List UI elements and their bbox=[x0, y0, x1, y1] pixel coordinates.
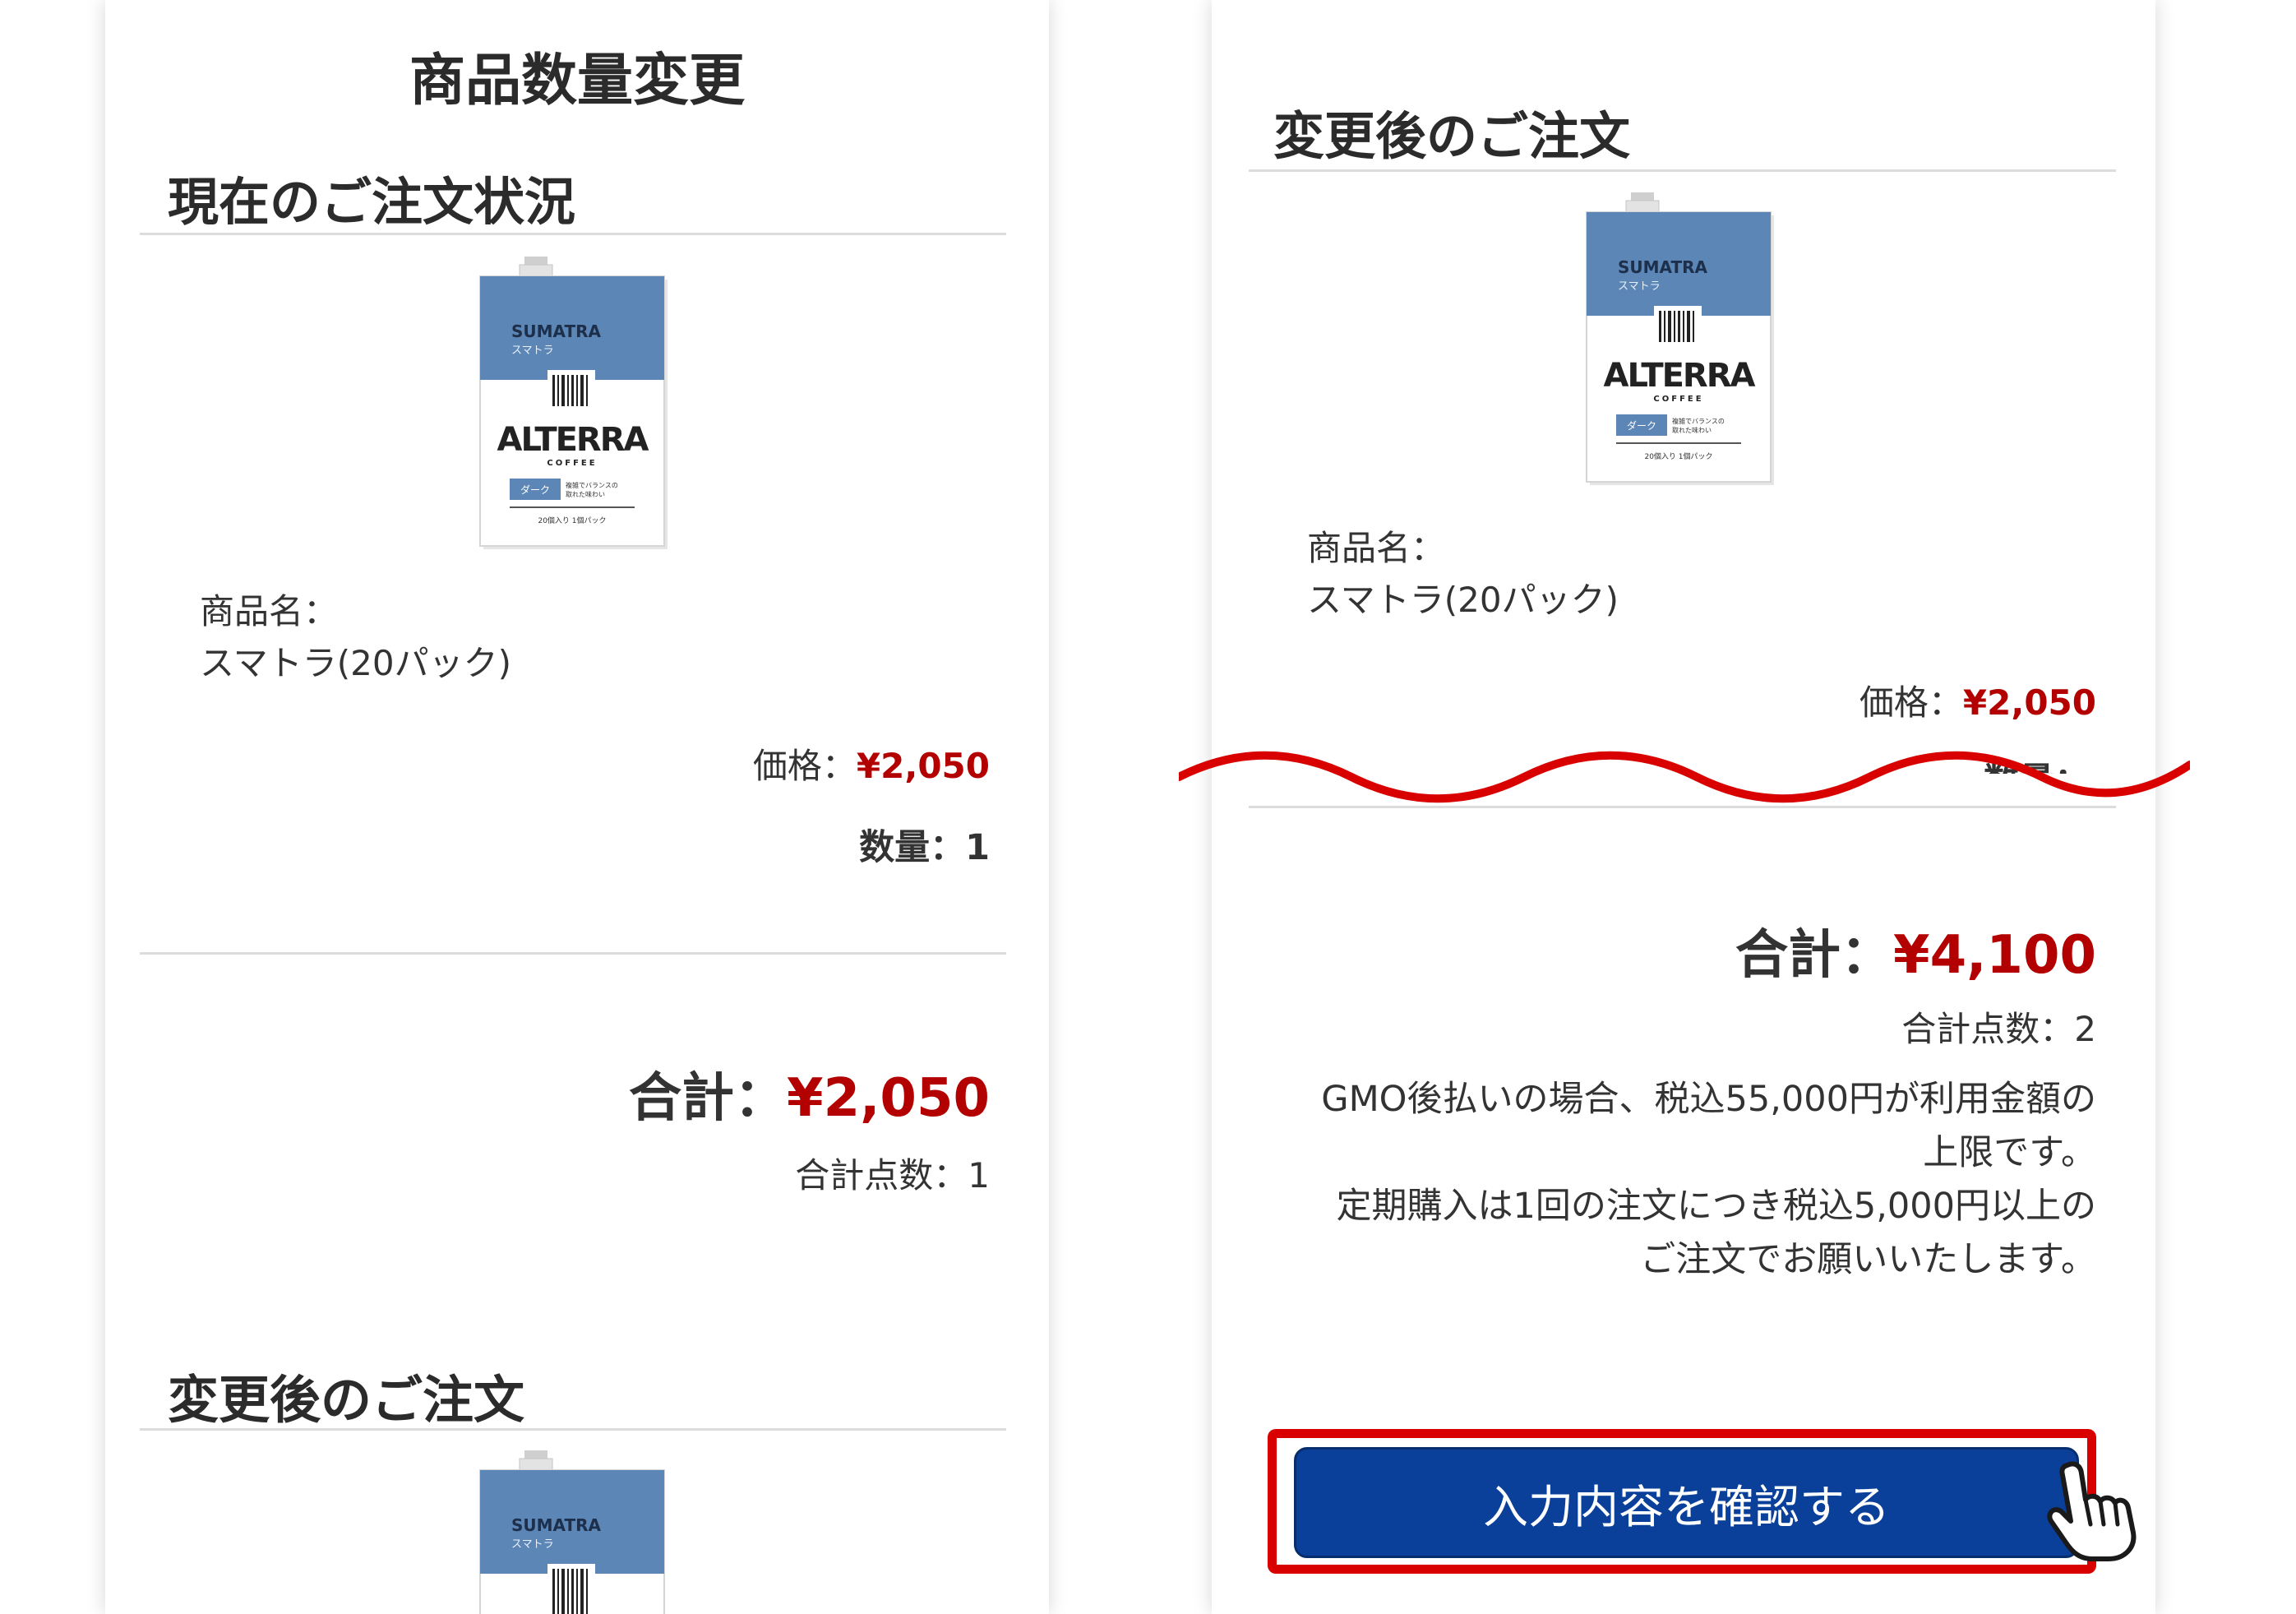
divider bbox=[140, 1428, 1006, 1431]
page-title: 商品数量変更 bbox=[409, 49, 745, 113]
right-phone-screen: 変更後のご注文 SUMATRA スマトラ ALTERRA COFFEE ダーク … bbox=[1212, 0, 2155, 1614]
package-sub: COFFEE bbox=[1653, 395, 1703, 404]
notice-line: 定期購入は1回の注文につき税込5,000円以上の bbox=[1336, 1186, 2096, 1227]
total-label: 合計： bbox=[1735, 925, 1894, 986]
package-rule bbox=[510, 506, 635, 508]
product-image: SUMATRA スマトラ bbox=[479, 1450, 665, 1614]
price-value: ¥2,050 bbox=[856, 746, 990, 786]
product-name: スマトラ(20パック) bbox=[1307, 580, 1619, 620]
price-row: 価格：¥2,050 bbox=[753, 738, 990, 789]
package-note2: 取れた味わい bbox=[566, 490, 605, 498]
left-phone-screen: 商品数量変更 現在のご注文状況 SUMATRA スマトラ ALTERRA COF… bbox=[105, 0, 1049, 1614]
after-order-heading: 変更後のご注文 bbox=[1273, 106, 1631, 166]
total-label: 合計： bbox=[629, 1068, 788, 1129]
notice-line: ご注文でお願いいたします。 bbox=[1640, 1239, 2096, 1280]
package-cap-top bbox=[524, 257, 547, 265]
hand-outline bbox=[2047, 1461, 2137, 1561]
divider bbox=[1249, 806, 2116, 808]
notice-line: 上限です。 bbox=[1923, 1132, 2096, 1173]
package-brand: ALTERRA bbox=[1604, 357, 1756, 395]
total-count: 合計点数：1 bbox=[795, 1155, 990, 1195]
package-footer: 20個入り 1個パック bbox=[1644, 451, 1712, 461]
package-origin-kana: スマトラ bbox=[511, 345, 554, 357]
product-name-label: 商品名： bbox=[1307, 528, 1446, 568]
package-origin-kana: スマトラ bbox=[511, 1538, 554, 1551]
product-image: SUMATRA スマトラ ALTERRA COFFEE ダーク 複雑でバランスの… bbox=[1586, 192, 1774, 485]
package-roast: ダーク bbox=[1627, 419, 1656, 432]
total-row: 合計：¥2,050 bbox=[629, 1056, 990, 1131]
package-origin: SUMATRA bbox=[511, 321, 602, 341]
package-note1: 複雑でバランスの bbox=[566, 481, 618, 489]
wave-cut-marker bbox=[1179, 751, 2190, 803]
package-footer: 20個入り 1個パック bbox=[538, 516, 606, 525]
package-note2: 取れた味わい bbox=[1672, 426, 1712, 434]
price-row: 価格：¥2,050 bbox=[1859, 675, 2096, 725]
divider bbox=[140, 233, 1006, 235]
package-origin-kana: スマトラ bbox=[1618, 280, 1661, 293]
package-brand: ALTERRA bbox=[497, 421, 649, 459]
current-order-heading: 現在のご注文状況 bbox=[168, 172, 576, 232]
confirm-input-button[interactable]: 入力内容を確認する bbox=[1294, 1447, 2079, 1558]
product-name: スマトラ(20パック) bbox=[200, 643, 511, 683]
package-cap-top bbox=[524, 1450, 547, 1459]
total-count: 合計点数：2 bbox=[1901, 1009, 2096, 1049]
total-value: ¥4,100 bbox=[1893, 925, 2096, 986]
total-row: 合計：¥4,100 bbox=[1735, 913, 2096, 988]
package-sub: COFFEE bbox=[547, 459, 597, 468]
package-cap-top bbox=[1631, 192, 1654, 201]
price-label: 価格： bbox=[752, 746, 857, 786]
wave-line bbox=[1179, 751, 2190, 803]
product-image: SUMATRA スマトラ ALTERRA COFFEE ダーク 複雑でバランスの… bbox=[479, 257, 668, 549]
notice-line: GMO後払いの場合、税込55,000円が利用金額の bbox=[1321, 1079, 2096, 1120]
product-name-label: 商品名： bbox=[200, 591, 339, 631]
divider bbox=[1249, 169, 2116, 172]
price-label: 価格： bbox=[1859, 682, 1963, 723]
package-roast: ダーク bbox=[520, 483, 550, 496]
total-value: ¥2,050 bbox=[787, 1068, 990, 1129]
package-origin: SUMATRA bbox=[1618, 257, 1708, 277]
package-rule bbox=[1616, 442, 1741, 444]
price-value: ¥2,050 bbox=[1962, 682, 2096, 723]
package-note1: 複雑でバランスの bbox=[1672, 417, 1725, 425]
quantity: 数量：1 bbox=[859, 827, 990, 868]
package-origin: SUMATRA bbox=[511, 1515, 602, 1535]
after-order-heading: 変更後のご注文 bbox=[168, 1370, 525, 1430]
hand-pointer-icon bbox=[2047, 1461, 2137, 1561]
payment-notice: GMO後払いの場合、税込55,000円が利用金額の 上限です。 定期購入は1回の… bbox=[1274, 1073, 2096, 1287]
divider bbox=[140, 952, 1006, 955]
